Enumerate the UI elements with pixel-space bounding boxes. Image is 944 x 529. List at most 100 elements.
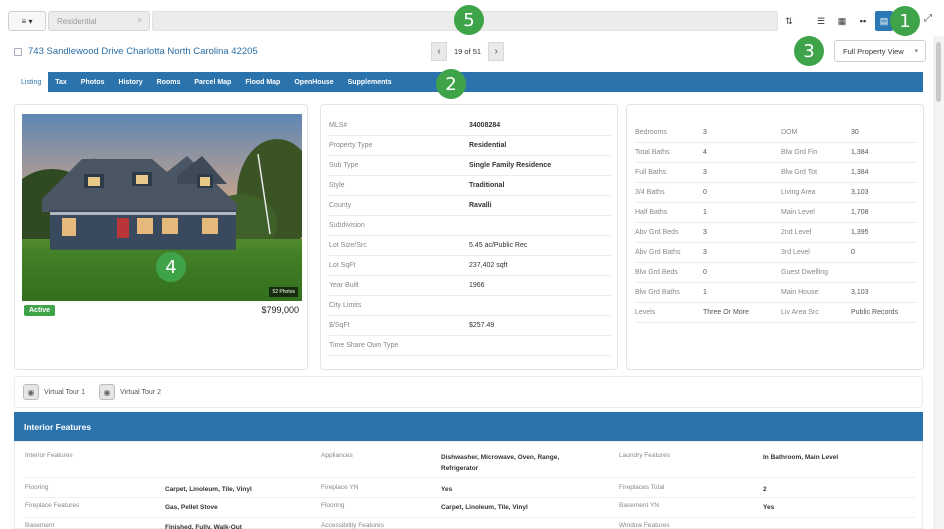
- stat-label: Levels: [635, 309, 656, 316]
- detail-row: Subdivision: [329, 216, 611, 236]
- feature-label: Appliances: [321, 452, 353, 459]
- detail-label: Style: [329, 182, 345, 189]
- detail-row: Lot SqFt 237,402 sqft: [329, 256, 611, 276]
- stat-label: Full Baths: [635, 169, 667, 176]
- photo-count: 52 Photos: [269, 287, 298, 297]
- feature-value: Finished, Fully, Walk-Out: [165, 524, 242, 529]
- listing-details-card: MLS# 34008284 Property Type Residential Sub …: [320, 104, 618, 370]
- stat-label: Liv Area Src: [781, 309, 819, 316]
- select-checkbox[interactable]: [14, 47, 22, 56]
- detail-row: Time Share Own Type: [329, 336, 611, 356]
- feature-row: Interior Features Appliances Dishwasher, M…: [25, 448, 915, 478]
- feature-value: Gas, Pellet Stove: [165, 504, 218, 511]
- next-listing-button[interactable]: ›: [488, 42, 505, 61]
- virtual-tour-label: Virtual Tour 1: [44, 388, 85, 396]
- detail-value: Traditional: [469, 182, 505, 189]
- detail-label: MLS#: [329, 122, 348, 129]
- property-address[interactable]: 743 Sandlewood Drive Charlotta North Car…: [14, 46, 258, 57]
- callout-badge: 4: [156, 252, 186, 282]
- grid-view-icon[interactable]: ▪▪: [854, 11, 872, 31]
- callout-badge: 5: [454, 5, 484, 35]
- feature-value: Yes: [441, 486, 453, 493]
- property-type-select[interactable]: Residential ×: [48, 11, 150, 31]
- detail-label: Time Share Own Type: [329, 342, 399, 349]
- callout-badge: 1: [890, 6, 920, 36]
- virtual-tour-label: Virtual Tour 2: [120, 388, 161, 396]
- detail-value: 1966: [469, 282, 485, 289]
- detail-row: Property Type Residential: [329, 136, 611, 156]
- tab-openhouse[interactable]: OpenHouse: [287, 72, 340, 92]
- interior-features-header[interactable]: Interior Features: [14, 412, 923, 441]
- feature-value: Carpet, Linoleum, Tile, Vinyl: [165, 486, 252, 493]
- stat-label: Blw Grd Beds: [635, 269, 678, 276]
- expand-icon[interactable]: ⤢: [924, 13, 932, 24]
- virtual-tours-bar: ◉ Virtual Tour 1 ◉ Virtual Tour 2: [14, 376, 923, 408]
- detail-value: Residential: [469, 142, 507, 149]
- tab-tax[interactable]: Tax: [48, 72, 74, 92]
- detail-value: Ravalli: [469, 202, 492, 209]
- stat-value: 1,708: [851, 209, 869, 216]
- tab-parcel-map[interactable]: Parcel Map: [187, 72, 238, 92]
- detail-row: Lot Size/Src 5.45 ac/Public Rec: [329, 236, 611, 256]
- tab-rooms[interactable]: Rooms: [150, 72, 188, 92]
- tab-supplements[interactable]: Supplements: [341, 72, 399, 92]
- stat-value: 3: [703, 169, 707, 176]
- feature-value: In Bathroom, Main Level: [763, 454, 839, 461]
- tab-history[interactable]: History: [112, 72, 150, 92]
- detail-value: Single Family Residence: [469, 162, 552, 169]
- prev-listing-button[interactable]: ‹: [431, 42, 447, 61]
- feature-row: Flooring Carpet, Linoleum, Tile, Vinyl Fir…: [25, 480, 915, 498]
- detail-row: Sub Type Single Family Residence: [329, 156, 611, 176]
- stat-value: 1: [703, 209, 707, 216]
- stat-row: Total Baths 4 Blw Grd Fin 1,384: [635, 143, 917, 163]
- table-view-icon[interactable]: ▦: [833, 11, 851, 31]
- menu-button[interactable]: ≡ ▾: [8, 11, 46, 31]
- list-view-icon[interactable]: ☰: [812, 11, 830, 31]
- stat-row: Blw Grd Baths 1 Main House 3,103: [635, 283, 917, 303]
- feature-label: Flooring: [25, 484, 49, 491]
- stat-label: Main House: [781, 289, 819, 296]
- detail-row: $/SqFt $257.49: [329, 316, 611, 336]
- stat-value: 0: [703, 269, 707, 276]
- feature-label: Basement: [25, 522, 55, 529]
- stat-value: Three Or More: [703, 309, 749, 316]
- stat-label: 3/4 Baths: [635, 189, 665, 196]
- clear-icon[interactable]: ×: [137, 16, 142, 25]
- stat-value: 1,395: [851, 229, 869, 236]
- virtual-tour-icon: ◉: [99, 384, 115, 400]
- virtual-tour-link[interactable]: ◉ Virtual Tour 1: [23, 384, 85, 400]
- stat-value: 4: [703, 149, 707, 156]
- stat-value: 3,103: [851, 289, 869, 296]
- stat-label: 3rd Level: [781, 249, 810, 256]
- tab-flood-map[interactable]: Flood Map: [238, 72, 287, 92]
- address-text: 743 Sandlewood Drive Charlotta North Car…: [28, 46, 258, 57]
- virtual-tour-link[interactable]: ◉ Virtual Tour 2: [99, 384, 161, 400]
- detail-tabs: Listing Tax Photos History Rooms Parcel Map Fl…: [14, 72, 923, 92]
- stat-value: 0: [703, 189, 707, 196]
- detail-value: 237,402 sqft: [469, 262, 508, 269]
- feature-value: 2: [763, 486, 767, 493]
- detail-label: County: [329, 202, 352, 209]
- stat-value: 3: [703, 229, 707, 236]
- stat-value: 30: [851, 129, 859, 136]
- feature-label: Accessibility Features: [321, 522, 384, 529]
- detail-label: $/SqFt: [329, 322, 350, 329]
- filter-icon[interactable]: ⇅: [780, 11, 798, 31]
- page-scrollbar[interactable]: [933, 36, 944, 529]
- stat-row: Full Baths 3 Blw Grd Tot 1,384: [635, 163, 917, 183]
- listing-pager: ‹ 19 of 51 ›: [431, 42, 505, 61]
- stat-row: 3/4 Baths 0 Living Area 3,103: [635, 183, 917, 203]
- scrollbar-thumb[interactable]: [936, 42, 941, 102]
- detail-row: Year Built 1966: [329, 276, 611, 296]
- stat-row: Blw Grd Beds 0 Guest Dwelling: [635, 263, 917, 283]
- detail-label: Property Type: [329, 142, 373, 149]
- stat-row: Half Baths 1 Main Level 1,708: [635, 203, 917, 223]
- tab-photos[interactable]: Photos: [74, 72, 112, 92]
- detail-value: 5.45 ac/Public Rec: [469, 242, 528, 249]
- list-price: $799,000: [261, 305, 299, 315]
- virtual-tour-icon: ◉: [23, 384, 39, 400]
- feature-value: Yes: [763, 504, 775, 511]
- tab-listing[interactable]: Listing: [14, 72, 49, 92]
- view-select[interactable]: Full Property View ▾: [834, 40, 926, 62]
- detail-row: MLS# 34008284: [329, 116, 611, 136]
